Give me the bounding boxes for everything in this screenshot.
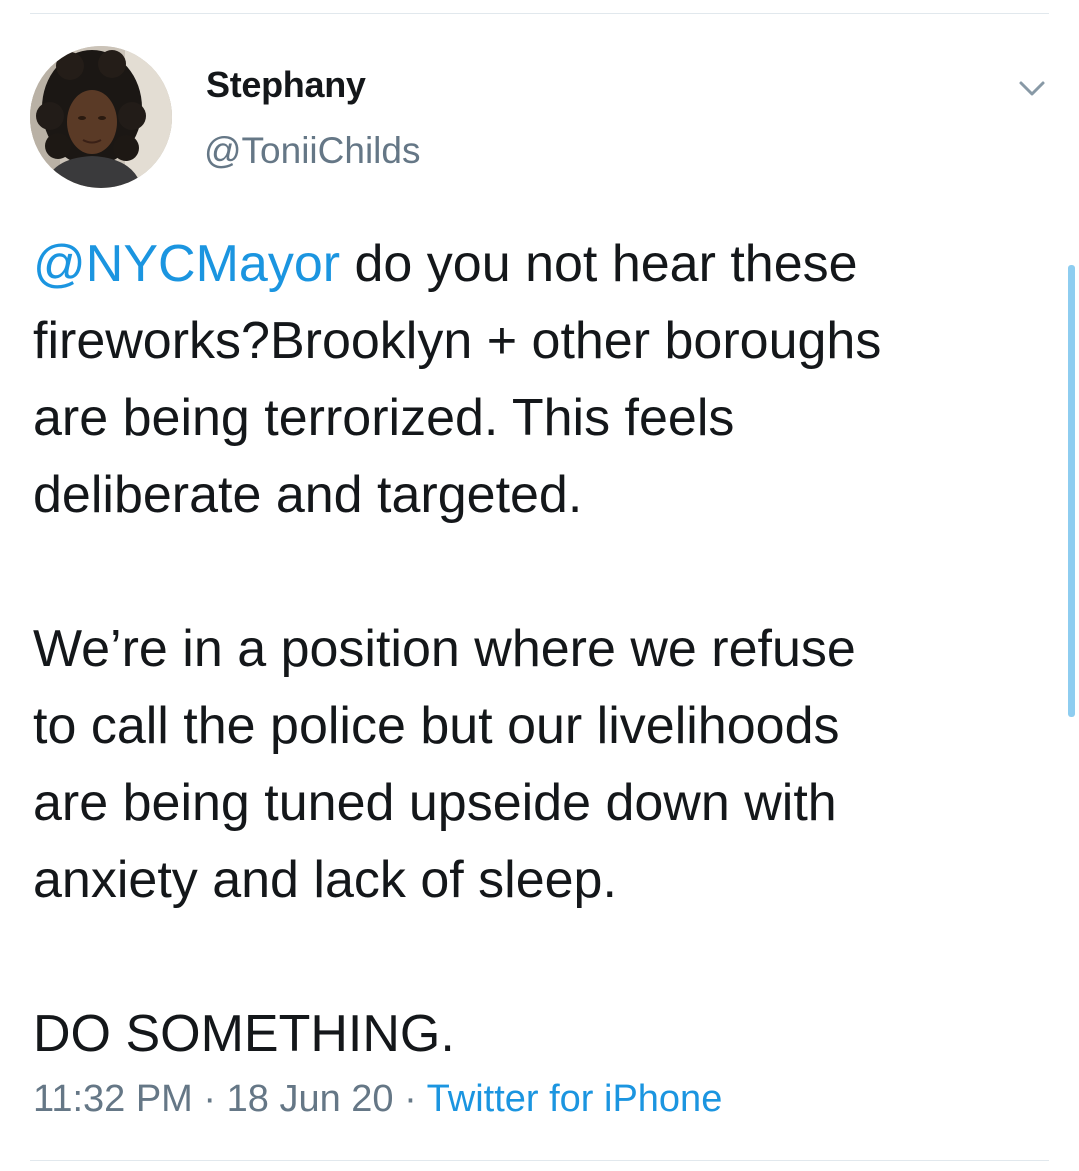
tweet-line: to call the police but our livelihoods xyxy=(33,697,840,755)
tweet-line: are being terrorized. This feels xyxy=(33,389,735,447)
tweet-meta: 11:32 PM · 18 Jun 20 · Twitter for iPhon… xyxy=(33,1078,722,1121)
tweet-text: @NYCMayor do you not hear these firework… xyxy=(33,226,1033,1073)
display-name[interactable]: Stephany xyxy=(206,64,366,106)
tweet-line: DO SOMETHING. xyxy=(33,1005,455,1063)
tweet-line: deliberate and targeted. xyxy=(33,466,583,524)
top-divider xyxy=(30,13,1049,14)
bottom-divider xyxy=(30,1160,1049,1161)
tweet-line: are being tuned upseide down with xyxy=(33,774,837,832)
tweet-line: @NYCMayor do you not hear these xyxy=(33,226,1033,303)
avatar-photo xyxy=(30,46,172,188)
tweet-line-text: do you not hear these xyxy=(340,235,858,293)
meta-separator: · xyxy=(393,1078,427,1120)
tweet-source-link[interactable]: Twitter for iPhone xyxy=(427,1078,723,1120)
tweet-line: We’re in a position where we refuse xyxy=(33,620,856,678)
avatar[interactable] xyxy=(30,46,172,188)
meta-separator: · xyxy=(192,1078,227,1120)
tweet-time[interactable]: 11:32 PM xyxy=(33,1078,193,1120)
tweet-line: anxiety and lack of sleep. xyxy=(33,851,617,909)
tweet-line: fireworks?Brooklyn + other boroughs xyxy=(33,312,882,370)
user-handle[interactable]: @ToniiChilds xyxy=(204,130,420,172)
scrollbar[interactable] xyxy=(1068,265,1075,717)
mention-link[interactable]: @NYCMayor xyxy=(33,235,340,293)
tweet-date[interactable]: 18 Jun 20 xyxy=(227,1078,394,1120)
chevron-down-icon[interactable] xyxy=(1012,68,1052,108)
